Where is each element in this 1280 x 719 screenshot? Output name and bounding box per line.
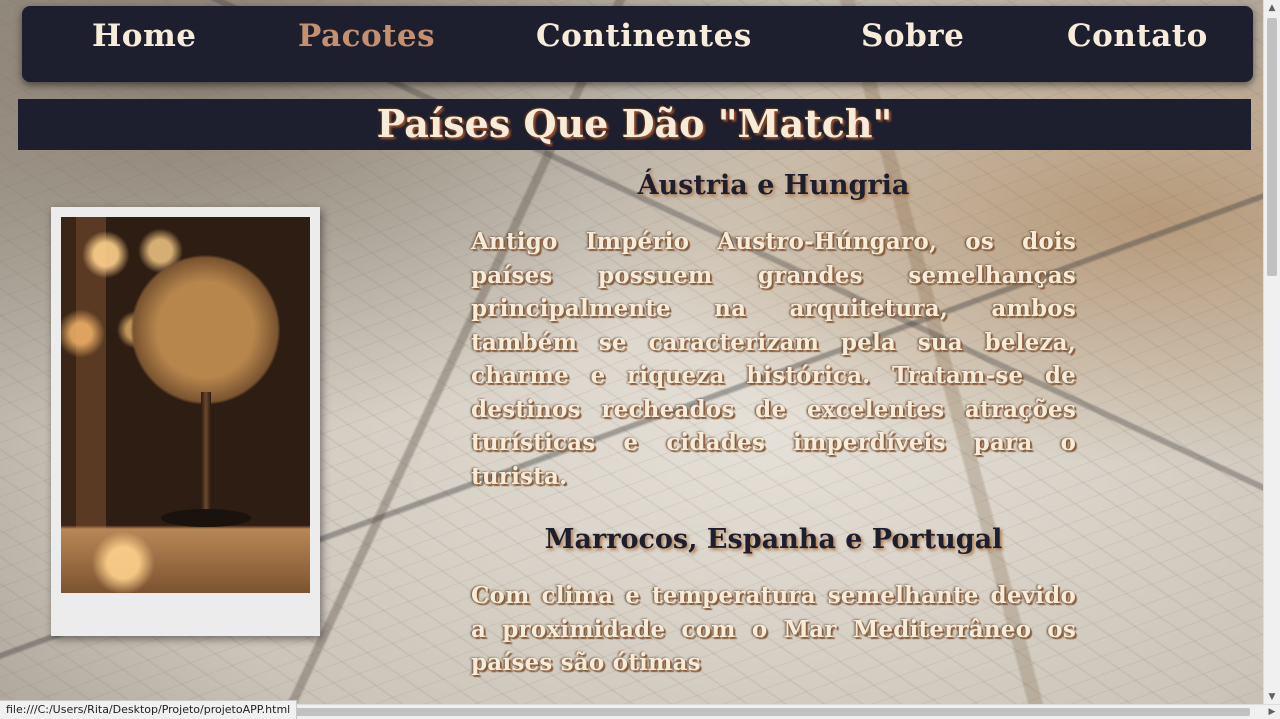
- main-navbar: Home Pacotes Continentes Sobre Contato: [22, 6, 1253, 82]
- globe-base: [161, 509, 251, 527]
- triangle-right-icon[interactable]: ▶: [1264, 705, 1280, 719]
- main-content: Áustria e Hungria Antigo Império Austro-…: [471, 170, 1076, 680]
- triangle-down-icon[interactable]: ▼: [1264, 689, 1280, 705]
- vertical-scrollbar[interactable]: ▲ ▼: [1263, 0, 1280, 705]
- triangle-up-icon[interactable]: ▲: [1264, 0, 1280, 16]
- page-title-bar: Países Que Dão "Match": [18, 99, 1251, 150]
- section-text-austria-hungria: Antigo Império Austro-Húngaro, os dois p…: [471, 228, 1076, 490]
- nav-pacotes-link[interactable]: Pacotes: [298, 18, 435, 54]
- globe-photo: [61, 217, 310, 593]
- page-title: Países Que Dão "Match": [376, 101, 893, 146]
- section-heading-marrocos-espanha-portugal: Marrocos, Espanha e Portugal: [544, 524, 1003, 555]
- section-heading-austria-hungria: Áustria e Hungria: [637, 170, 910, 201]
- status-bar-url: file:///C:/Users/Rita/Desktop/Projeto/pr…: [0, 700, 298, 719]
- nav-contato-link[interactable]: Contato: [1067, 18, 1208, 54]
- vertical-scroll-thumb[interactable]: [1267, 18, 1277, 276]
- nav-continentes-link[interactable]: Continentes: [536, 18, 752, 54]
- globe-stand: [201, 392, 211, 512]
- polaroid-photo-frame: [51, 207, 320, 636]
- section-text-marrocos-espanha-portugal: Com clima e temperatura semelhante devid…: [471, 582, 1076, 676]
- nav-sobre-link[interactable]: Sobre: [861, 18, 964, 54]
- nav-home-link[interactable]: Home: [92, 18, 197, 54]
